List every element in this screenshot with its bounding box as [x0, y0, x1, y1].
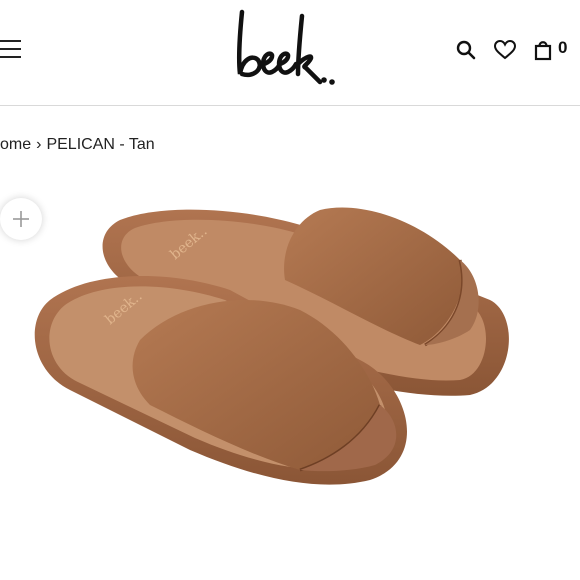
breadcrumb: ome › PELICAN - Tan: [0, 136, 155, 154]
zoom-button[interactable]: [0, 198, 42, 240]
heart-icon[interactable]: [493, 38, 517, 62]
breadcrumb-home-link[interactable]: ome: [0, 136, 31, 153]
header-divider: [0, 105, 580, 106]
breadcrumb-current: PELICAN - Tan: [46, 136, 155, 153]
zoom-plus-icon: [13, 211, 29, 227]
beek-logo[interactable]: [230, 2, 340, 94]
cart-count-badge[interactable]: 0: [558, 38, 567, 58]
bag-icon[interactable]: [532, 38, 556, 62]
product-image[interactable]: beek.. beek..: [30, 180, 550, 540]
search-icon[interactable]: [454, 38, 478, 62]
hamburger-menu-icon[interactable]: [0, 38, 22, 60]
site-header: 0: [0, 0, 580, 106]
breadcrumb-separator: ›: [36, 136, 42, 153]
